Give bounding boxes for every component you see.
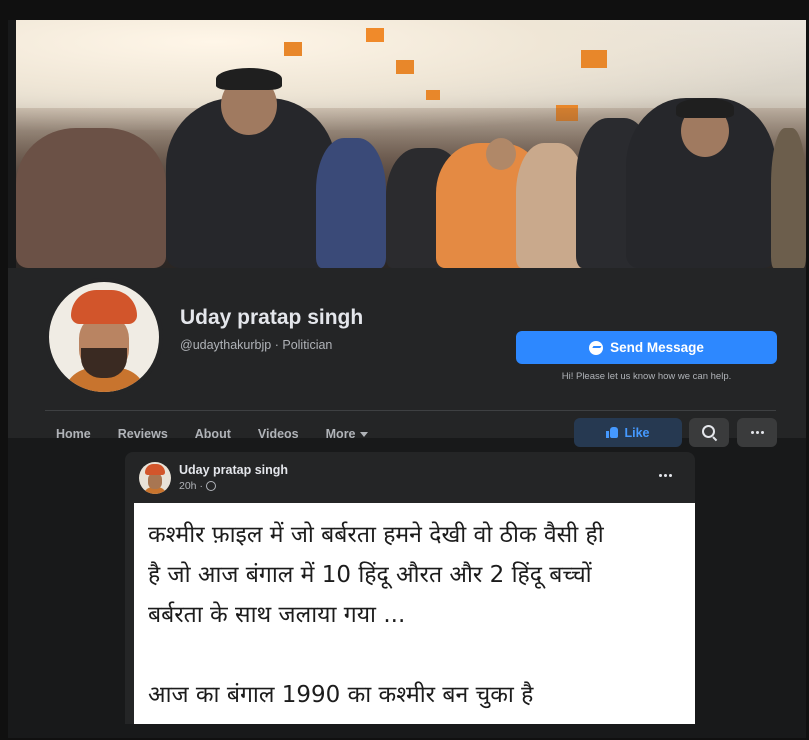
more-options-icon xyxy=(750,431,764,434)
send-message-button[interactable]: Send Message xyxy=(516,331,777,364)
like-page-button[interactable]: Like xyxy=(574,418,682,447)
tab-about[interactable]: About xyxy=(195,427,231,441)
page-header: Uday pratap singh @udaythakurbjp · Polit… xyxy=(8,268,806,447)
messenger-icon xyxy=(589,340,604,355)
post-line: आज का बंगाल 1990 का कश्मीर बन चुका है xyxy=(148,682,534,708)
post-line: कश्मीर फ़ाइल में जो बर्बरता हमने देखी वो… xyxy=(148,522,604,548)
header-divider xyxy=(45,410,776,411)
profile-avatar[interactable] xyxy=(45,278,163,396)
cover-photo[interactable] xyxy=(16,20,806,268)
send-message-note: Hi! Please let us know how we can help. xyxy=(561,371,732,382)
globe-icon xyxy=(206,481,217,491)
search-button[interactable] xyxy=(689,418,729,447)
page-handle[interactable]: @udaythakurbjp xyxy=(180,338,271,352)
tab-more[interactable]: More xyxy=(326,427,368,441)
post-author[interactable]: Uday pratap singh xyxy=(179,463,288,477)
caret-down-icon xyxy=(359,431,368,437)
page-category[interactable]: Politician xyxy=(282,338,332,352)
post-text-image: कश्मीर फ़ाइल में जो बर्बरता हमने देखी वो… xyxy=(134,503,695,724)
post-meta: 20h · xyxy=(179,480,217,492)
tab-home[interactable]: Home xyxy=(56,427,91,441)
page-title: Uday pratap singh xyxy=(180,306,364,329)
post-avatar[interactable] xyxy=(139,462,171,494)
post-line: बर्बरता के साथ जलाया गया ... xyxy=(148,602,406,628)
search-icon xyxy=(701,425,715,438)
like-thumb-icon xyxy=(606,427,619,438)
post-card: Uday pratap singh 20h · कश्मीर फ़ाइल में… xyxy=(125,452,695,724)
tab-reviews[interactable]: Reviews xyxy=(118,427,168,441)
page-nav: Home Reviews About Videos More xyxy=(56,427,395,441)
facebook-page: Uday pratap singh @udaythakurbjp · Polit… xyxy=(8,20,806,738)
post-line: है जो आज बंगाल में 10 हिंदू औरत और 2 हिं… xyxy=(148,562,592,588)
more-options-button[interactable] xyxy=(737,418,777,447)
post-time[interactable]: 20h xyxy=(179,480,197,492)
more-options-icon xyxy=(659,474,672,477)
post-more-button[interactable] xyxy=(659,474,672,477)
tab-videos[interactable]: Videos xyxy=(258,427,299,441)
page-subtitle: @udaythakurbjp · Politician xyxy=(180,338,333,352)
